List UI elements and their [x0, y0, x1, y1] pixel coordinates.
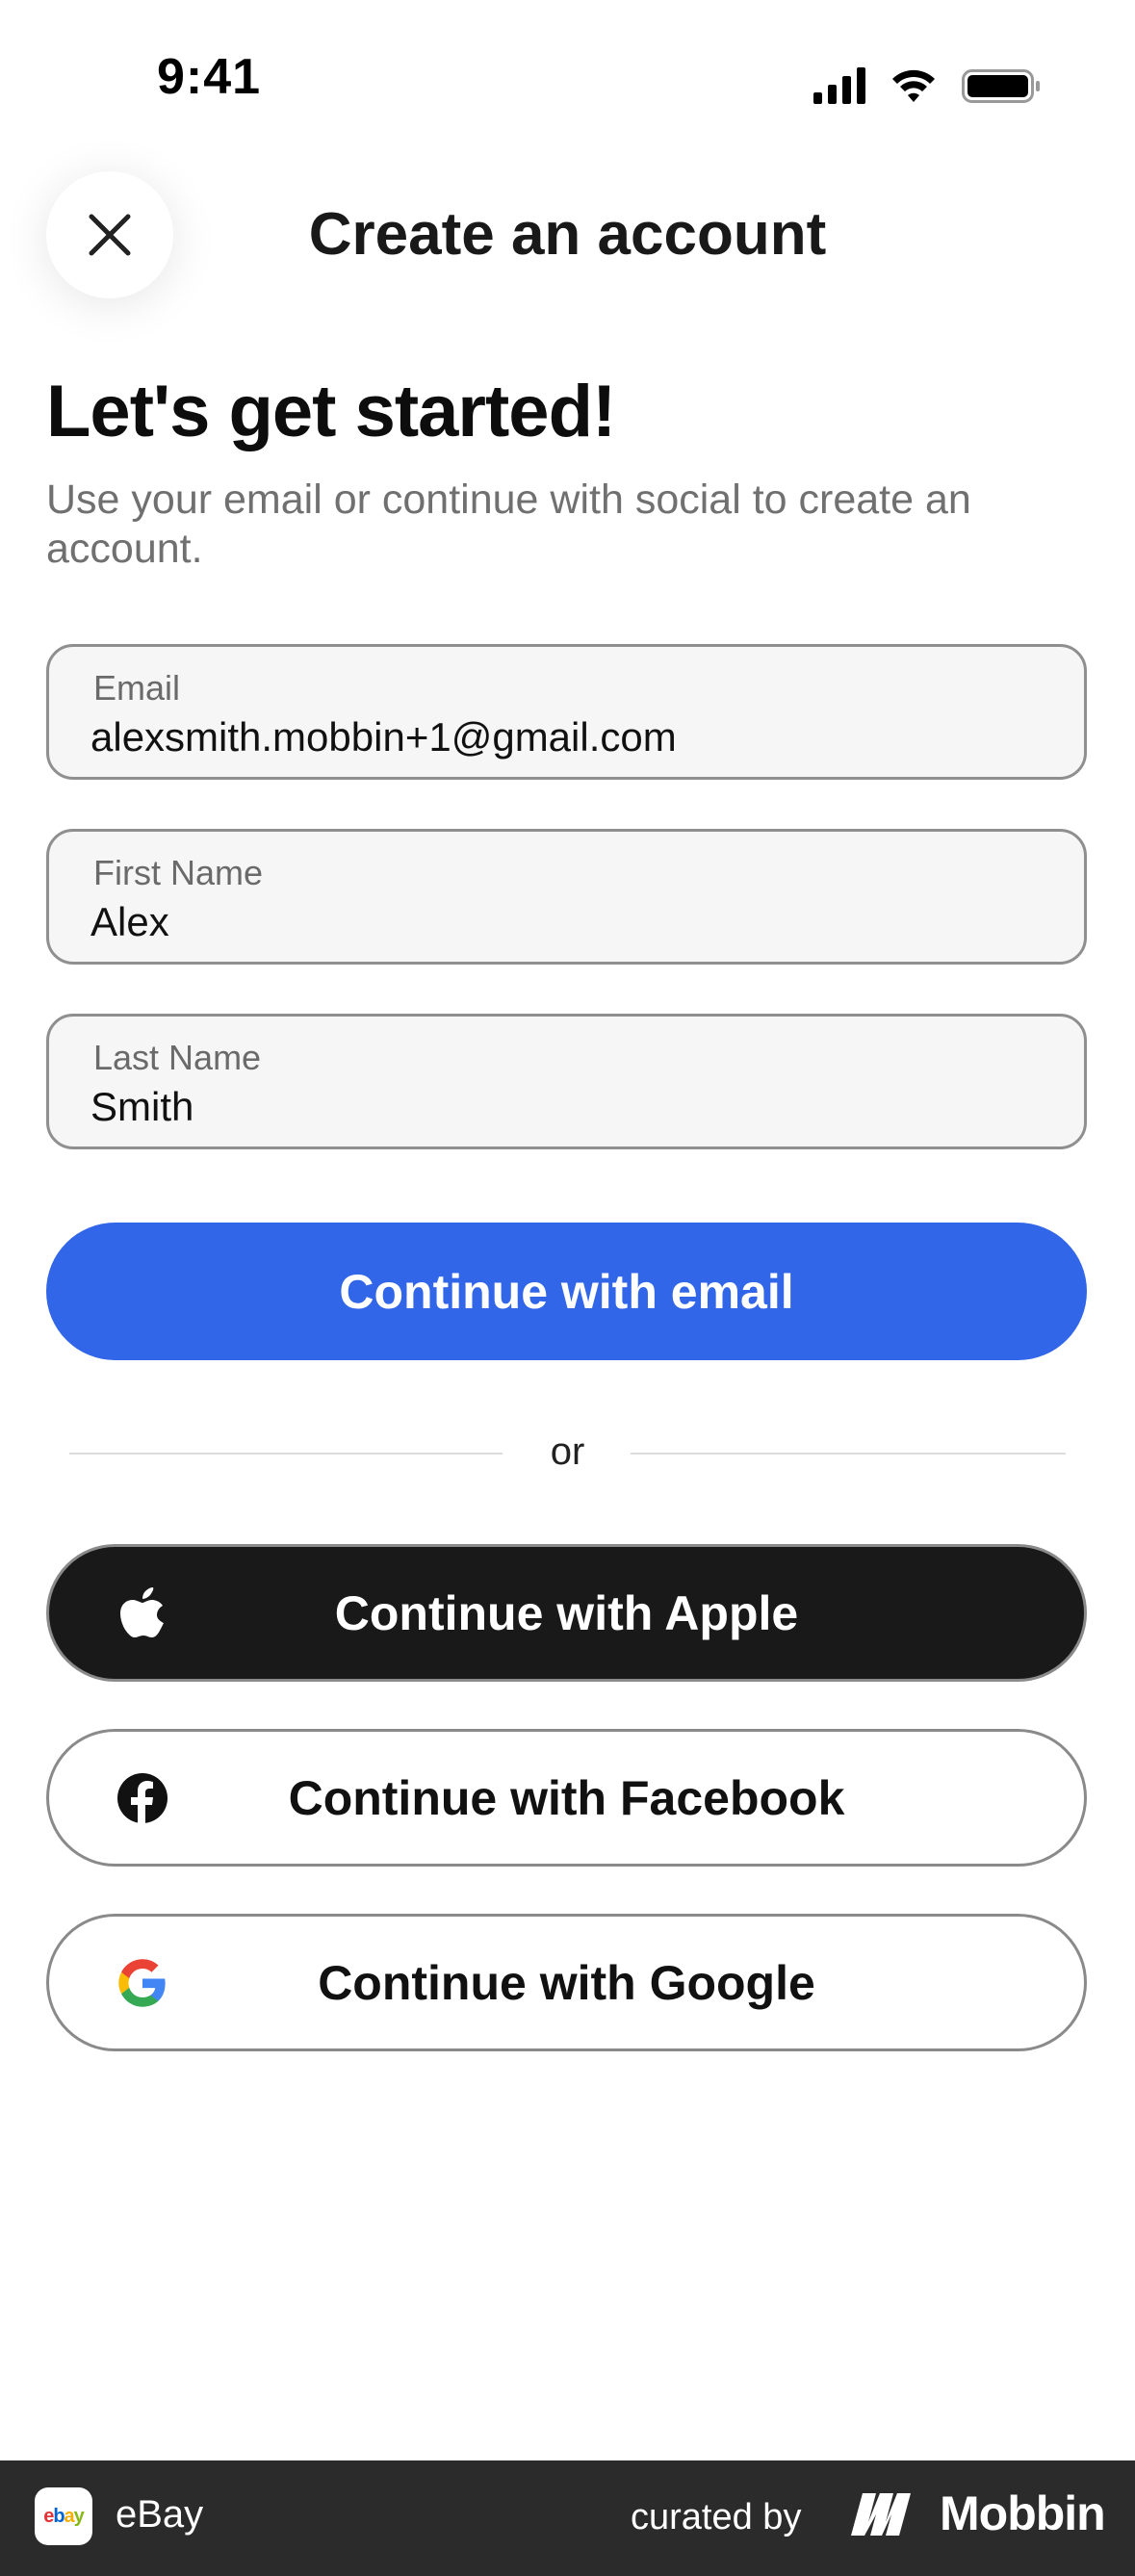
hero-subtitle: Use your email or continue with social t… [46, 477, 971, 572]
email-field[interactable]: Email [46, 644, 1087, 780]
status-time: 9:41 [157, 49, 262, 105]
email-input[interactable] [90, 714, 1034, 760]
footer-brand: Mobbin [940, 2486, 1106, 2540]
footer-app-name: eBay [116, 2493, 204, 2536]
last-name-field-label: Last Name [93, 1038, 262, 1077]
hero-title: Let's get started! [46, 371, 616, 452]
wifi-icon [892, 69, 935, 102]
first-name-field[interactable]: First Name [46, 829, 1087, 965]
divider-line-right [631, 1453, 1066, 1455]
footer-curated-by: curated by [631, 2497, 802, 2537]
battery-icon [962, 69, 1040, 103]
first-name-field-label: First Name [93, 853, 264, 892]
continue-with-email-button[interactable]: Continue with email [46, 1223, 1087, 1360]
continue-with-google-label: Continue with Google [318, 1955, 815, 2010]
continue-with-apple-button[interactable]: Continue with Apple [46, 1544, 1087, 1682]
status-icons [813, 67, 1040, 104]
continue-with-apple-label: Continue with Apple [334, 1585, 799, 1640]
continue-with-google-button[interactable]: Continue with Google [46, 1914, 1087, 2051]
last-name-field[interactable]: Last Name [46, 1014, 1087, 1149]
signal-icon [813, 67, 865, 104]
facebook-icon [116, 1772, 168, 1824]
google-icon [116, 1957, 168, 2009]
ebay-app-icon: ebay [35, 2487, 92, 2545]
page-title: Create an account [308, 201, 827, 268]
continue-with-facebook-button[interactable]: Continue with Facebook [46, 1729, 1087, 1867]
last-name-input[interactable] [90, 1084, 1034, 1130]
apple-icon [116, 1586, 168, 1639]
first-name-input[interactable] [90, 899, 1034, 945]
continue-with-email-label: Continue with email [339, 1264, 794, 1319]
email-field-label: Email [93, 668, 181, 708]
footer-bar: ebay eBay curated by Mobbin [0, 2460, 1135, 2576]
continue-with-facebook-label: Continue with Facebook [288, 1770, 845, 1825]
mobbin-logo-icon [851, 2493, 911, 2536]
